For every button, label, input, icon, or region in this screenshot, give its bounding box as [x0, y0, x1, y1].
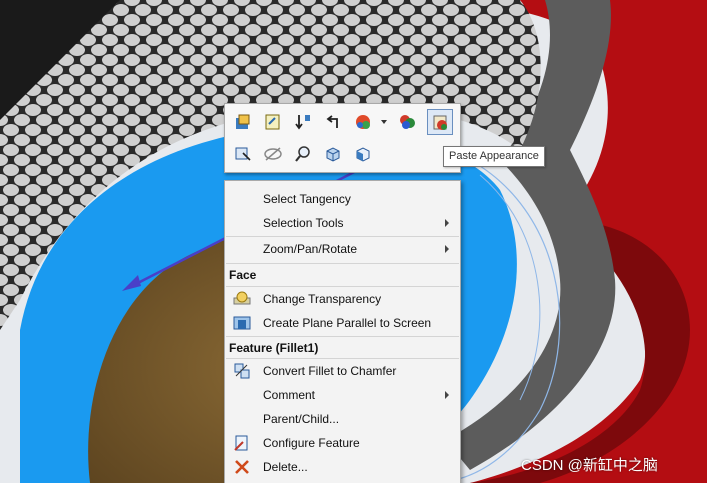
menu-section-feature: Feature (Fillet1) — [225, 337, 460, 359]
menu-item-change-transparency[interactable]: Change Transparency — [225, 287, 460, 311]
menu-item-label: Select Tangency — [263, 192, 351, 206]
context-toolbar — [224, 103, 461, 173]
menu-item-parent-child[interactable]: Parent/Child... — [225, 407, 460, 431]
menu-item-create-plane-parallel[interactable]: Create Plane Parallel to Screen — [225, 311, 460, 335]
menu-item-zoom-pan-rotate[interactable]: Zoom/Pan/Rotate — [225, 237, 460, 261]
submenu-arrow-icon — [445, 391, 449, 399]
normal-to-icon[interactable] — [321, 142, 345, 166]
edit-feature-icon[interactable] — [231, 110, 255, 134]
menu-item-label: Convert Fillet to Chamfer — [263, 364, 397, 378]
watermark: CSDN @新缸中之脑 — [521, 457, 658, 474]
menu-item-label: Zoom/Pan/Rotate — [263, 242, 358, 256]
menu-item-label: Delete... — [263, 460, 308, 474]
submenu-arrow-icon — [445, 245, 449, 253]
graphics-viewport[interactable]: Paste Appearance Select Tangency Selecti… — [0, 0, 707, 483]
menu-item-label: Configure Feature — [263, 436, 360, 450]
rollback-icon[interactable] — [291, 110, 315, 134]
menu-item-delete[interactable]: Delete... — [225, 455, 460, 479]
plane-parallel-icon — [233, 314, 251, 332]
section-header: Face — [229, 268, 257, 282]
transparency-icon — [233, 290, 251, 308]
menu-item-label: Comment — [263, 388, 316, 402]
tooltip: Paste Appearance — [443, 146, 545, 167]
menu-item-select-tangency[interactable]: Select Tangency — [225, 187, 460, 211]
appearances-icon[interactable] — [351, 110, 375, 134]
context-menu: Select Tangency Selection Tools Zoom/Pan… — [224, 180, 461, 483]
appearance-options-icon[interactable] — [395, 110, 419, 134]
menu-section-face: Face — [225, 264, 460, 286]
menu-item-label: Selection Tools — [263, 216, 344, 230]
menu-item-label: Parent/Child... — [263, 412, 340, 426]
convert-fillet-icon — [233, 362, 251, 380]
hide-icon[interactable] — [261, 142, 285, 166]
menu-item-label: Create Plane Parallel to Screen — [263, 316, 432, 330]
select-other-icon[interactable] — [231, 142, 255, 166]
menu-item-convert-fillet[interactable]: Convert Fillet to Chamfer — [225, 359, 460, 383]
undo-arrow-icon[interactable] — [321, 110, 345, 134]
delete-icon — [233, 458, 251, 476]
menu-item-label: Change Transparency — [263, 292, 382, 306]
zoom-to-selection-icon[interactable] — [291, 142, 315, 166]
view-orientation-icon[interactable] — [351, 142, 375, 166]
tooltip-text: Paste Appearance — [449, 150, 539, 162]
menu-item-comment[interactable]: Comment — [225, 383, 460, 407]
section-header: Feature (Fillet1) — [229, 341, 319, 355]
submenu-arrow-icon — [445, 219, 449, 227]
appearances-dropdown-icon[interactable] — [381, 120, 387, 124]
edit-sketch-icon[interactable] — [261, 110, 285, 134]
menu-item-selection-tools[interactable]: Selection Tools — [225, 211, 460, 235]
menu-item-configure-feature[interactable]: Configure Feature — [225, 431, 460, 455]
paste-appearance-icon[interactable] — [427, 109, 453, 135]
configure-feature-icon — [233, 434, 251, 452]
